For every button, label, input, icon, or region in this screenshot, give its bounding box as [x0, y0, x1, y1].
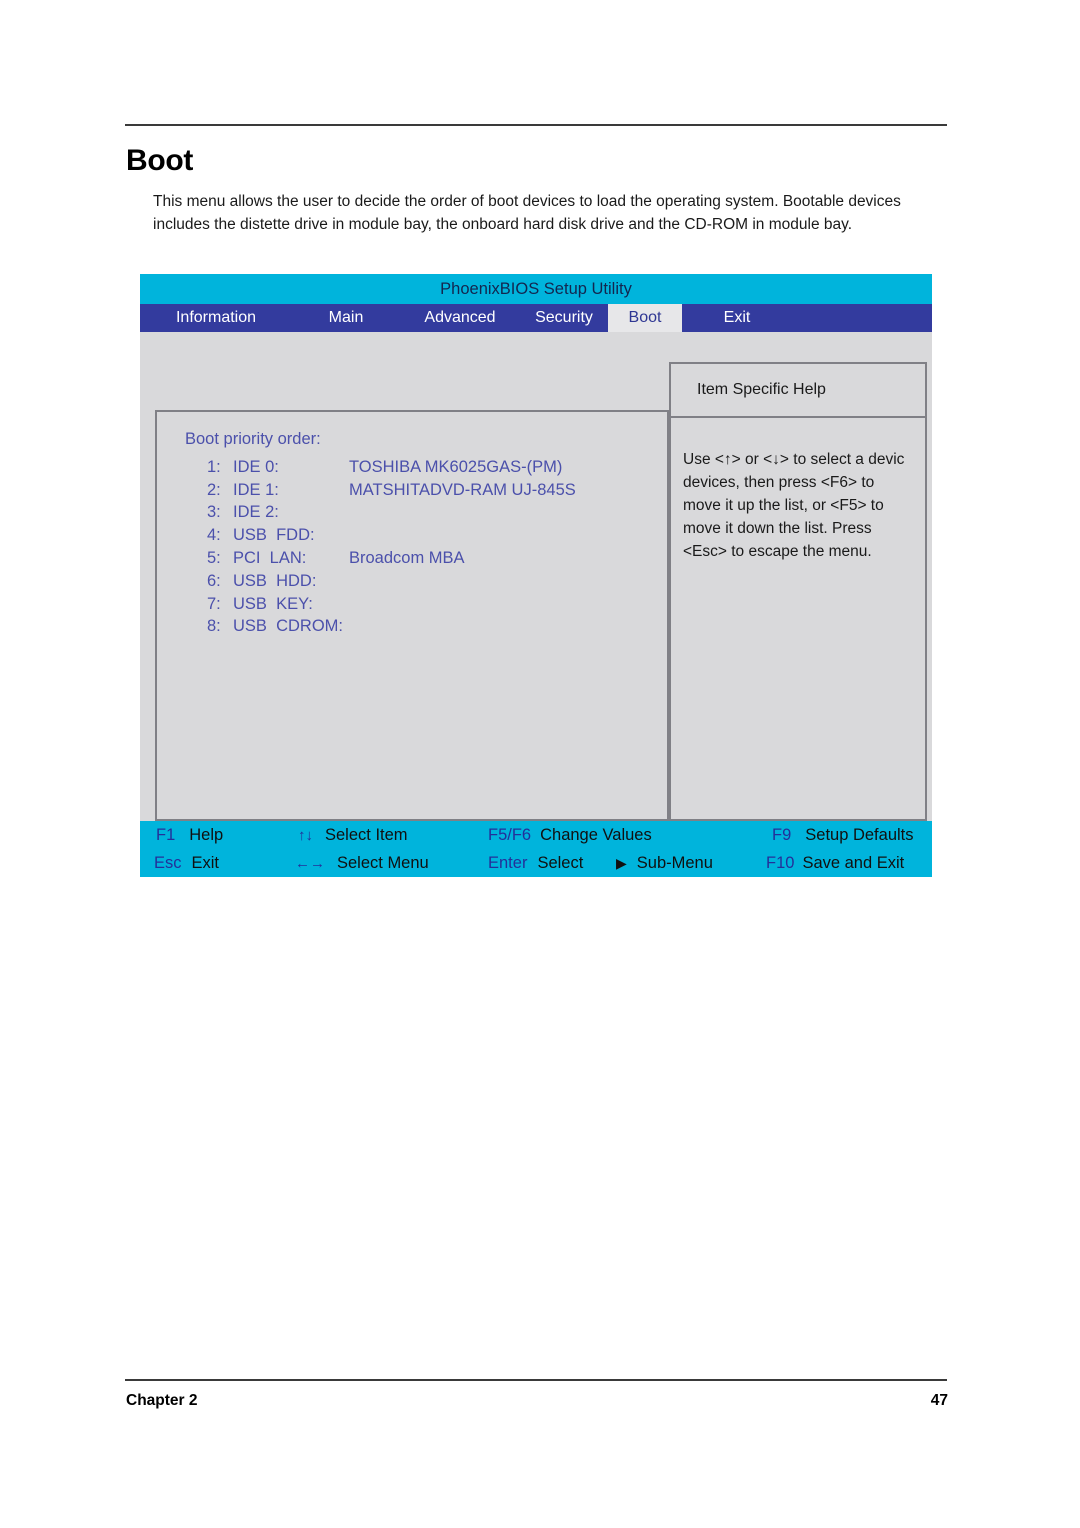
key-hint-f10-save-and-exit[interactable]: F10 Save and Exit [766, 854, 904, 873]
triangle-right-icon: ▶ [616, 854, 627, 871]
boot-list-item[interactable]: 4: USB FDD: [207, 524, 576, 547]
bios-key-bar: F1 Help ↑↓ Select Item F5/F6 Change Valu… [140, 821, 932, 877]
key-name: F1 [156, 825, 176, 844]
key-name: Enter [488, 853, 528, 872]
boot-item-index: 5: [207, 549, 221, 568]
help-line: <Esc> to escape the menu. [683, 543, 872, 560]
boot-priority-panel: Boot priority order: 1: IDE 0: TOSHIBA M… [155, 410, 669, 821]
key-bar-row-2: Esc Exit ←→ Select Menu Enter Select ▶ S… [140, 849, 932, 877]
key-desc: Select [537, 853, 584, 872]
help-panel-body: Use <↑> or <↓> to select a devic devices… [671, 418, 925, 563]
help-line: Use <↑> or <↓> to select a devic [683, 451, 905, 468]
key-desc: Help [189, 825, 224, 844]
key-hint-arrows-select-item[interactable]: ↑↓ Select Item [298, 826, 408, 845]
intro-paragraph: This menu allows the user to decide the … [153, 193, 901, 233]
up-down-arrow-icon: ↑↓ [298, 826, 313, 844]
left-right-arrow-icon: ←→ [295, 854, 325, 872]
help-panel-header: Item Specific Help [671, 364, 925, 418]
key-bar-row-1: F1 Help ↑↓ Select Item F5/F6 Change Valu… [140, 821, 932, 849]
key-hint-f5f6-change-values[interactable]: F5/F6 Change Values [488, 826, 652, 845]
tab-information[interactable]: Information [140, 304, 292, 332]
tab-boot[interactable]: Boot [608, 304, 682, 332]
boot-item-index: 7: [207, 594, 221, 613]
boot-item-device: IDE 2: [233, 503, 279, 522]
boot-list-item[interactable]: 3: IDE 2: [207, 502, 576, 525]
key-name: F10 [766, 853, 795, 872]
boot-item-index: 6: [207, 571, 221, 590]
tab-exit[interactable]: Exit [682, 304, 792, 332]
key-desc: Select Menu [337, 853, 429, 872]
boot-item-device: IDE 0: [233, 457, 279, 476]
footer-rule [125, 1379, 947, 1381]
boot-list-item[interactable]: 8: USB CDROM: [207, 616, 576, 639]
boot-item-index: 1: [207, 457, 221, 476]
boot-item-device: USB CDROM: [233, 617, 344, 636]
boot-list-item[interactable]: 7: USB KEY: [207, 593, 576, 616]
boot-item-device: USB FDD: [233, 526, 315, 545]
help-line: move it down the list. Press [683, 520, 872, 537]
boot-item-device: PCI LAN: [233, 549, 307, 568]
boot-item-index: 4: [207, 526, 221, 545]
boot-item-index: 8: [207, 617, 221, 636]
key-desc: Setup Defaults [805, 825, 914, 844]
boot-item-index: 2: [207, 480, 221, 499]
key-name: F9 [772, 825, 792, 844]
key-hint-f9-setup-defaults[interactable]: F9 Setup Defaults [772, 826, 914, 845]
boot-list-item[interactable]: 6: USB HDD: [207, 570, 576, 593]
key-desc: Exit [191, 853, 220, 872]
bios-title: PhoenixBIOS Setup Utility [440, 279, 632, 298]
boot-priority-heading: Boot priority order: [185, 430, 321, 448]
key-desc: Select Item [325, 825, 408, 844]
page-title: Boot [126, 144, 194, 177]
boot-item-value: Broadcom MBA [349, 549, 465, 568]
help-line: devices, then press <F6> to [683, 474, 875, 491]
tab-advanced[interactable]: Advanced [400, 304, 520, 332]
key-desc: Change Values [540, 825, 652, 844]
key-hint-f1-help[interactable]: F1 Help [156, 826, 223, 845]
key-desc: Save and Exit [802, 853, 905, 872]
boot-item-value: MATSHITADVD-RAM UJ-845S [349, 480, 576, 499]
tab-main[interactable]: Main [292, 304, 400, 332]
tab-security[interactable]: Security [520, 304, 608, 332]
boot-priority-list[interactable]: 1: IDE 0: TOSHIBA MK6025GAS-(PM) 2: IDE … [207, 456, 576, 638]
boot-item-device: USB HDD: [233, 571, 317, 590]
help-line: move it up the list, or <F5> to [683, 497, 884, 514]
footer-page-number: 47 [930, 1392, 948, 1409]
key-hint-arrows-select-menu[interactable]: ←→ Select Menu [295, 854, 429, 873]
bios-content-area: Boot priority order: 1: IDE 0: TOSHIBA M… [140, 332, 932, 821]
key-hint-enter-select[interactable]: Enter Select [488, 854, 583, 873]
key-hint-esc-exit[interactable]: Esc Exit [154, 854, 219, 873]
item-specific-help-panel: Item Specific Help Use <↑> or <↓> to sel… [669, 362, 927, 821]
boot-item-device: IDE 1: [233, 480, 279, 499]
key-hint-submenu[interactable]: ▶ Sub-Menu [616, 854, 713, 873]
bios-menu-bar[interactable]: Information Main Advanced Security Boot … [140, 304, 932, 332]
header-rule [125, 124, 947, 126]
footer-chapter-label: Chapter 2 [126, 1392, 198, 1409]
bios-title-bar: PhoenixBIOS Setup Utility [140, 274, 932, 304]
boot-item-value: TOSHIBA MK6025GAS-(PM) [349, 457, 563, 476]
bios-window: PhoenixBIOS Setup Utility Information Ma… [140, 274, 932, 877]
key-name: Esc [154, 853, 182, 872]
help-panel-title: Item Specific Help [697, 381, 826, 398]
boot-item-device: USB KEY: [233, 594, 313, 613]
key-name: F5/F6 [488, 825, 532, 844]
boot-list-item[interactable]: 1: IDE 0: TOSHIBA MK6025GAS-(PM) [207, 456, 576, 479]
boot-list-item[interactable]: 2: IDE 1: MATSHITADVD-RAM UJ-845S [207, 479, 576, 502]
boot-item-index: 3: [207, 503, 221, 522]
key-desc: Sub-Menu [636, 853, 713, 872]
boot-list-item[interactable]: 5: PCI LAN: Broadcom MBA [207, 547, 576, 570]
